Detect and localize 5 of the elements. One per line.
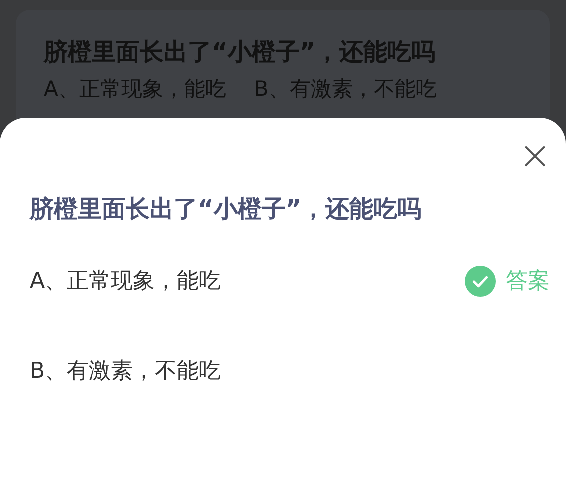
answer-label: 答案: [506, 268, 550, 296]
close-button[interactable]: ×: [516, 136, 554, 176]
question-title: 脐橙里面长出了“小橙子”，还能吃吗: [30, 194, 423, 225]
option-text[interactable]: B、有激素，不能吃: [30, 356, 550, 386]
option-text[interactable]: A、正常现象，能吃: [30, 266, 465, 296]
